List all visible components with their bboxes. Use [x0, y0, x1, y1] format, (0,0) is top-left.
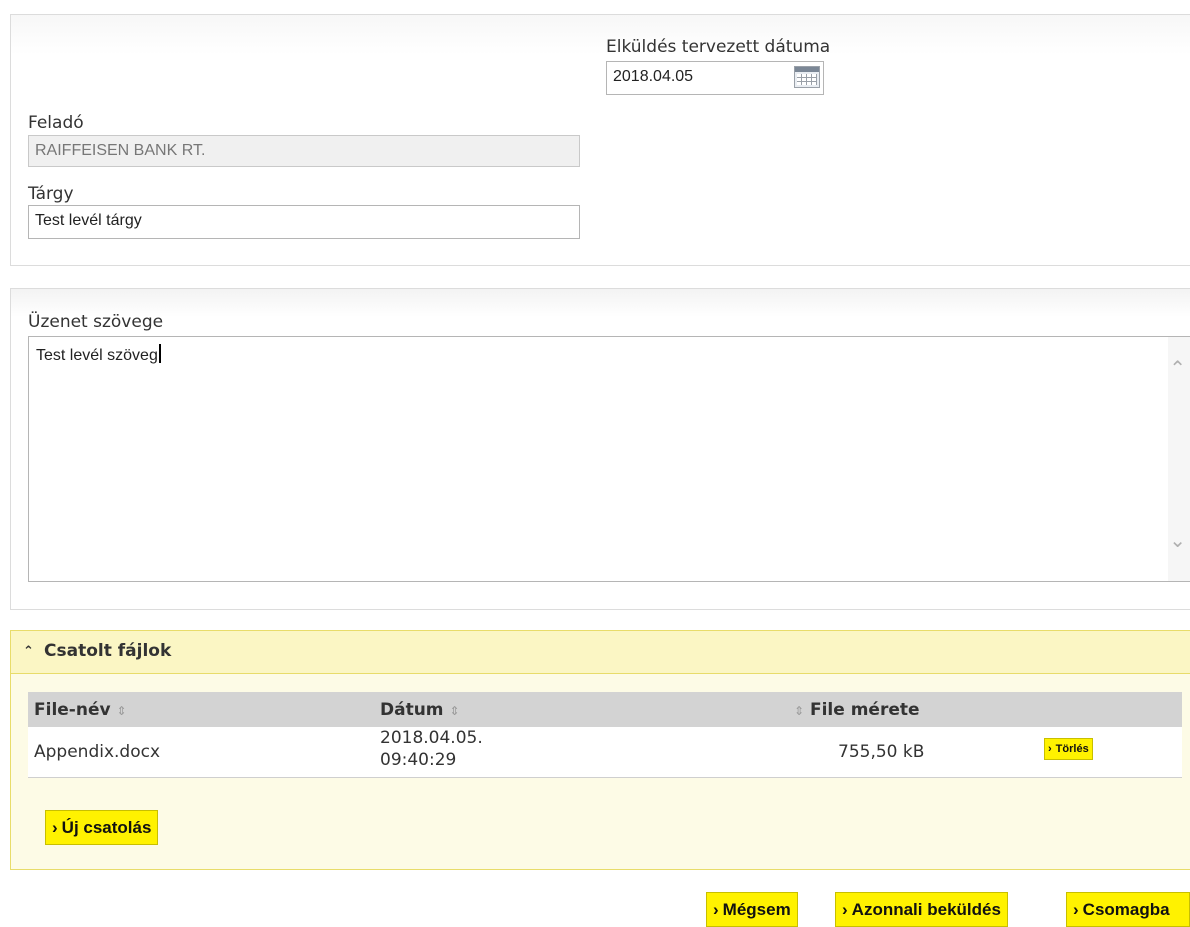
column-header-size[interactable]: ⇕ File mérete — [794, 700, 920, 720]
message-value: Test levél szöveg — [36, 347, 158, 364]
column-name-label: File-név — [34, 700, 111, 720]
chevron-up-icon[interactable]: ⌃ — [23, 644, 34, 659]
chevron-right-icon: › — [842, 900, 848, 919]
table-row: Appendix.docx 2018.04.05. 09:40:29 755,5… — [28, 727, 1182, 778]
cancel-label: Mégsem — [722, 900, 791, 919]
sort-icon[interactable]: ⇕ — [117, 704, 127, 718]
text-cursor — [158, 344, 161, 363]
file-date-line2: 09:40:29 — [380, 750, 457, 770]
scroll-down-icon[interactable]: ⌄ — [1169, 531, 1186, 551]
file-size: 755,50 kB — [838, 742, 925, 762]
sender-field: RAIFFEISEN BANK RT. — [28, 135, 580, 167]
cancel-button[interactable]: › Mégsem — [706, 892, 798, 927]
table-header: File-név ⇕ Dátum ⇕ ⇕ File mérete — [28, 692, 1182, 727]
chevron-right-icon: › — [1073, 900, 1079, 919]
subject-label: Tárgy — [28, 184, 74, 204]
add-to-package-button[interactable]: › Csomagba — [1066, 892, 1190, 927]
file-date-line1: 2018.04.05. — [380, 728, 483, 748]
message-textarea[interactable]: Test levél szöveg ⌃ ⌄ — [28, 336, 1190, 582]
send-now-label: Azonnali beküldés — [851, 900, 1001, 919]
subject-input[interactable]: Test levél tárgy — [28, 205, 580, 239]
attachments-title: Csatolt fájlok — [44, 641, 172, 661]
send-date-value: 2018.04.05 — [613, 68, 694, 85]
column-date-label: Dátum — [380, 700, 444, 720]
delete-attachment-button[interactable]: › Törlés — [1044, 738, 1093, 760]
package-label: Csomagba — [1082, 900, 1170, 919]
sort-icon[interactable]: ⇕ — [449, 704, 459, 718]
sender-value: RAIFFEISEN BANK RT. — [35, 142, 206, 159]
message-label: Üzenet szövege — [28, 312, 164, 332]
message-scrollbar[interactable]: ⌃ ⌄ — [1168, 337, 1190, 581]
file-name: Appendix.docx — [34, 742, 161, 762]
chevron-right-icon: › — [713, 900, 719, 919]
delete-label: Törlés — [1055, 743, 1089, 755]
sender-label: Feladó — [28, 113, 84, 133]
column-header-name[interactable]: File-név ⇕ — [34, 700, 127, 720]
chevron-right-icon: › — [52, 818, 58, 837]
new-attachment-label: Új csatolás — [61, 818, 152, 837]
column-header-date[interactable]: Dátum ⇕ — [380, 700, 460, 720]
new-attachment-button[interactable]: › Új csatolás — [45, 810, 159, 845]
send-now-button[interactable]: › Azonnali beküldés — [835, 892, 1008, 927]
sort-icon[interactable]: ⇕ — [794, 704, 804, 718]
scroll-up-icon[interactable]: ⌃ — [1169, 359, 1186, 379]
column-size-label: File mérete — [809, 700, 920, 720]
chevron-right-icon: › — [1048, 743, 1052, 755]
send-date-input[interactable]: 2018.04.05 — [606, 61, 824, 95]
send-date-label: Elküldés tervezett dátuma — [606, 37, 831, 57]
attachments-header[interactable]: ⌃ Csatolt fájlok — [11, 631, 1190, 674]
subject-value: Test levél tárgy — [35, 212, 142, 229]
calendar-icon[interactable] — [794, 66, 820, 88]
